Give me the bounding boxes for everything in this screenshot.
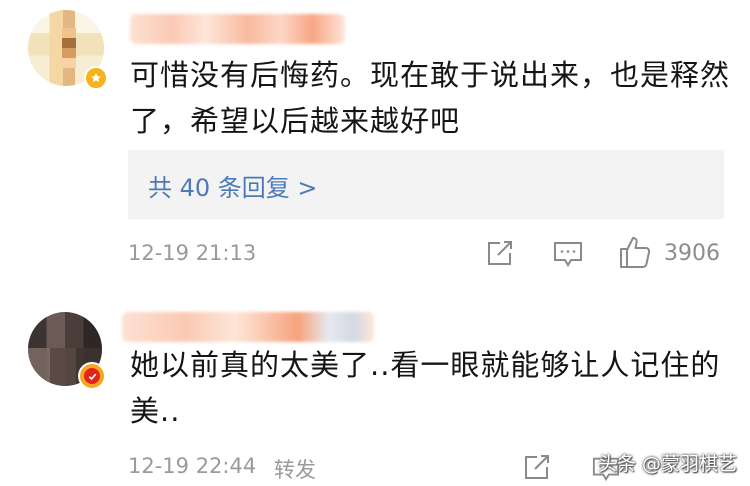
share-icon[interactable] (522, 452, 552, 482)
comment-text: 可惜没有后悔药。现在敢于说出来，也是释然了，希望以后越来越好吧 (130, 58, 731, 138)
username-blurred[interactable] (130, 14, 345, 44)
verified-badge-icon (84, 66, 108, 90)
comment-text: 她以前真的太美了..看一眼就能够让人记住的美.. (130, 348, 721, 428)
comment-timestamp: 12-19 22:44 (128, 454, 257, 478)
replies-box[interactable]: 共 40 条回复 > (128, 150, 724, 219)
comment-icon[interactable] (552, 239, 584, 269)
share-icon[interactable] (485, 238, 515, 268)
avatar-image (62, 28, 76, 68)
watermark-text: 头条 @蒙羽棋艺 (598, 453, 738, 475)
forward-link[interactable]: 转发 (274, 454, 316, 484)
view-replies-link[interactable]: 共 40 条回复 > (148, 168, 318, 203)
like-count: 3906 (664, 241, 720, 266)
comment-timestamp: 12-19 21:13 (128, 241, 257, 265)
like-icon[interactable] (618, 234, 652, 270)
verified-badge-icon (78, 362, 106, 390)
username-blurred[interactable] (122, 312, 374, 342)
